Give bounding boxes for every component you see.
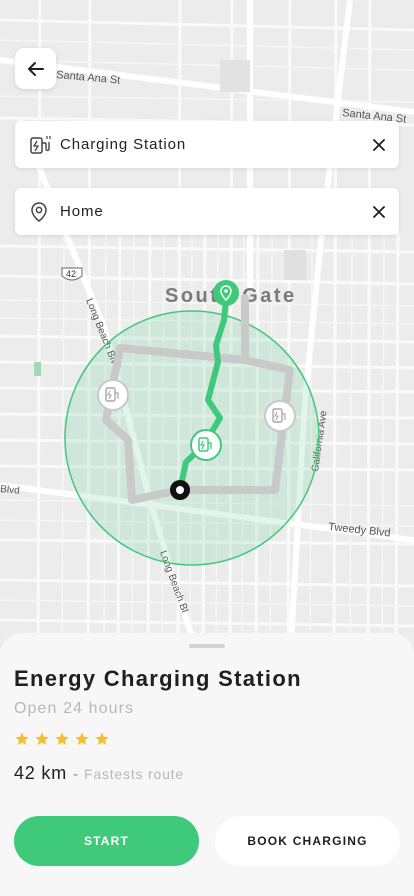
start-button[interactable]: START <box>14 816 199 866</box>
arrow-left-icon <box>27 61 44 76</box>
star-icon <box>15 732 29 745</box>
origin-field[interactable]: Charging Station <box>15 121 399 168</box>
charging-station-marker-icon[interactable] <box>264 400 296 432</box>
star-rating <box>14 731 110 747</box>
star-icon <box>95 732 109 745</box>
distance-row: 42 km - Fastests route <box>14 763 184 784</box>
close-icon <box>373 138 385 151</box>
charging-station-icon <box>27 133 51 157</box>
station-details-sheet: Energy Charging Station Open 24 hours 42… <box>0 633 414 896</box>
charging-station-marker-icon[interactable] <box>97 379 129 411</box>
route-note: Fastests route <box>84 766 184 782</box>
close-icon <box>373 205 385 218</box>
destination-field[interactable]: Home <box>15 188 399 235</box>
star-icon <box>75 732 89 745</box>
separator: - <box>73 766 79 783</box>
destination-value: Home <box>60 203 104 220</box>
street-label: Blvd <box>0 484 20 497</box>
opening-hours: Open 24 hours <box>14 700 135 717</box>
back-button[interactable] <box>15 48 56 89</box>
star-icon <box>55 732 69 745</box>
current-location-icon <box>170 480 190 500</box>
sheet-drag-handle[interactable] <box>189 644 225 648</box>
map-view[interactable]: 42 Santa Ana St Santa Ana St Long Beach … <box>0 0 414 660</box>
station-title: Energy Charging Station <box>14 666 302 691</box>
star-icon <box>35 732 49 745</box>
book-charging-button[interactable]: BOOK CHARGING <box>215 816 400 866</box>
location-pin-icon <box>27 200 51 224</box>
origin-value: Charging Station <box>60 136 187 153</box>
highway-label: 42 <box>66 269 76 279</box>
selected-charging-station-marker-icon[interactable] <box>190 429 222 461</box>
distance-value: 42 km <box>14 763 68 783</box>
clear-destination-button[interactable] <box>359 188 399 235</box>
clear-origin-button[interactable] <box>359 121 399 168</box>
destination-pin-icon[interactable] <box>213 280 239 306</box>
